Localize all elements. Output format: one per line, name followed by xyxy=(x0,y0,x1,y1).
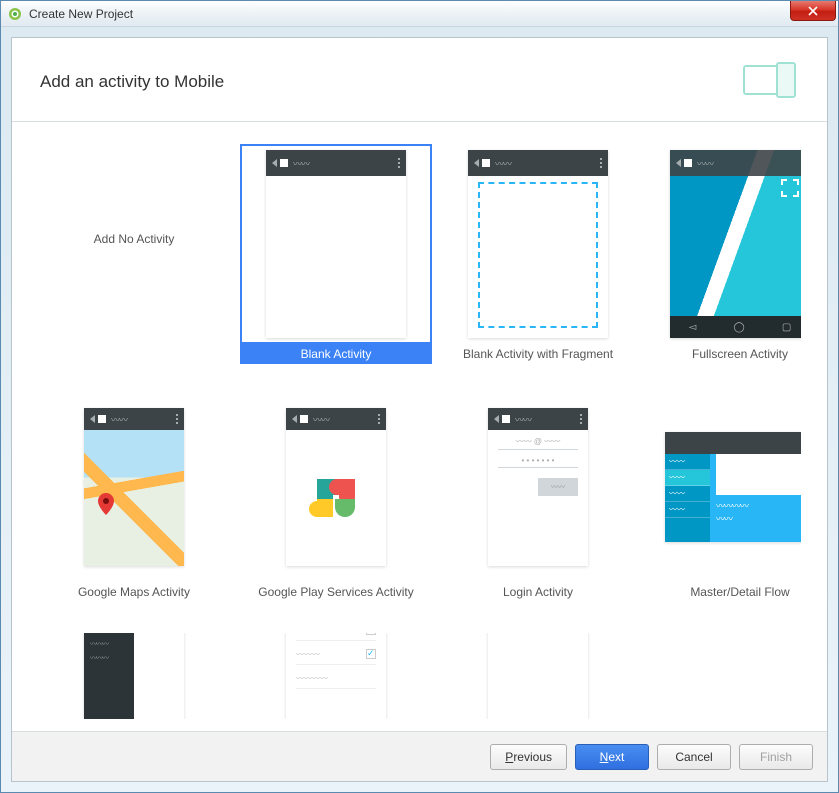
tile-label: Master/Detail Flow xyxy=(644,582,801,602)
previous-button[interactable]: Previous xyxy=(490,744,567,770)
android-studio-icon xyxy=(7,6,23,22)
blank-activity-thumb: 〰〰 xyxy=(266,150,406,338)
tile-label: Google Play Services Activity xyxy=(240,582,432,602)
activity-tile-fragment[interactable]: 〰〰 Blank Activity with Fragment xyxy=(442,144,634,374)
masterdetail-thumb: 〰〰 〰〰 〰〰 〰〰 〰〰〰〰 〰〰 xyxy=(665,432,801,542)
titlebar: Create New Project xyxy=(1,1,838,27)
activity-tile-none[interactable]: Add No Activity xyxy=(38,144,230,374)
play-activity-thumb: 〰〰 xyxy=(286,408,386,566)
expand-icon xyxy=(780,178,800,201)
navdrawer-thumb: 〰〰 〰〰〰 〰〰〰 〰〰〰 xyxy=(84,631,184,721)
close-button[interactable] xyxy=(790,1,836,21)
tile-label: Blank Activity with Fragment xyxy=(442,344,634,364)
next-button[interactable]: Next xyxy=(575,744,649,770)
tabbed-thumb: 〰〰 xyxy=(488,631,588,721)
activity-tile-settings[interactable]: 〰〰 〰〰〰 〰〰〰 〰〰〰〰 xyxy=(240,631,432,731)
activity-tile-navdrawer[interactable]: 〰〰 〰〰〰 〰〰〰 〰〰〰 xyxy=(38,631,230,731)
login-activity-thumb: 〰〰 〰〰 @ 〰〰 • • • • • • • 〰〰 xyxy=(488,408,588,566)
tile-label: Blank Activity xyxy=(240,344,432,364)
tile-label: Fullscreen Activity xyxy=(644,344,801,364)
finish-button[interactable]: Finish xyxy=(739,744,813,770)
fragment-activity-thumb: 〰〰 xyxy=(468,150,608,338)
activity-tile-blank[interactable]: 〰〰 Blank Activity xyxy=(240,144,432,374)
dialog-window: Create New Project Add an activity to Mo… xyxy=(0,0,839,793)
header-panel: Add an activity to Mobile xyxy=(12,38,827,122)
play-services-icon xyxy=(307,469,365,527)
no-activity-label: Add No Activity xyxy=(54,144,214,334)
activity-grid[interactable]: Add No Activity 〰〰 Blank Activity xyxy=(38,144,801,731)
activity-grid-wrapper: Add No Activity 〰〰 Blank Activity xyxy=(12,122,827,731)
tile-label: Google Maps Activity xyxy=(38,582,230,602)
activity-tile-tabbed[interactable]: 〰〰 xyxy=(442,631,634,731)
window-title: Create New Project xyxy=(29,7,133,21)
activity-tile-login[interactable]: 〰〰 〰〰 @ 〰〰 • • • • • • • 〰〰 Login Activi… xyxy=(442,392,634,612)
activity-tile-play[interactable]: 〰〰 Google Play Services Ac xyxy=(240,392,432,612)
device-form-factor-icon xyxy=(743,62,799,101)
activity-tile-maps[interactable]: 〰〰 Google Maps Activity xyxy=(38,392,230,612)
fullscreen-activity-thumb: 〰〰 ◅◯▢ xyxy=(670,150,801,338)
activity-tile-fullscreen[interactable]: 〰〰 ◅◯▢ Fullscreen Activity xyxy=(644,144,801,374)
tile-label: Login Activity xyxy=(442,582,634,602)
maps-activity-thumb: 〰〰 xyxy=(84,408,184,566)
button-bar: Previous Next Cancel Finish xyxy=(12,731,827,781)
settings-thumb: 〰〰 〰〰〰 〰〰〰 〰〰〰〰 xyxy=(286,631,386,721)
page-title: Add an activity to Mobile xyxy=(40,72,224,92)
cancel-button[interactable]: Cancel xyxy=(657,744,731,770)
map-pin-icon xyxy=(98,493,114,518)
activity-tile-masterdetail[interactable]: 〰〰 〰〰 〰〰 〰〰 〰〰〰〰 〰〰 xyxy=(644,392,801,612)
content-area: Add an activity to Mobile Add No Activit… xyxy=(11,37,828,782)
